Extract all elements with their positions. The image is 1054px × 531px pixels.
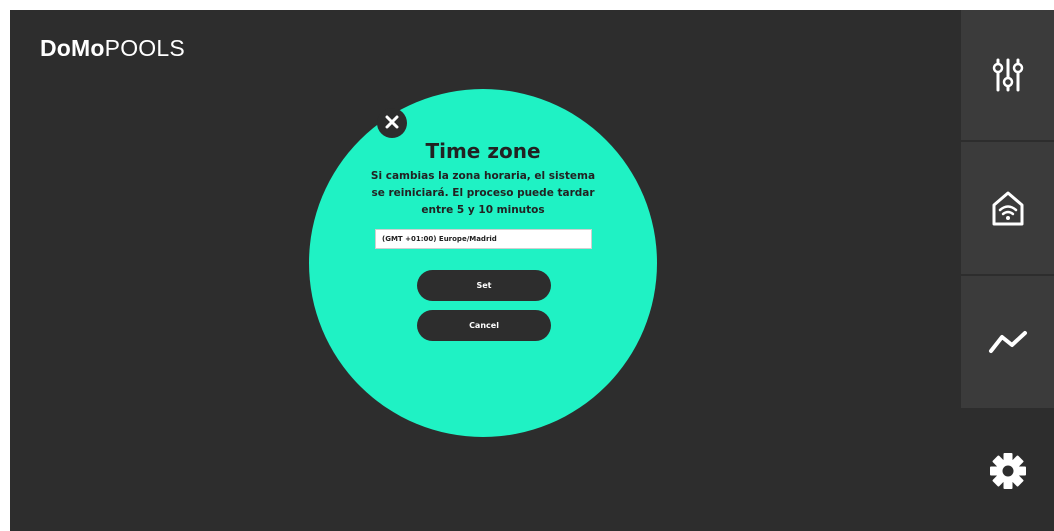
app-logo: DoMoPOOLS: [40, 35, 185, 62]
sidebar-item-trends[interactable]: [961, 276, 1054, 408]
home-wifi-icon: [990, 189, 1026, 227]
set-button[interactable]: Set: [417, 270, 551, 301]
timezone-value: (GMT +01:00) Europe/Madrid: [382, 235, 497, 243]
close-button[interactable]: [377, 108, 407, 138]
sidebar-item-sliders[interactable]: [961, 10, 1054, 140]
trend-line-icon: [988, 329, 1028, 355]
close-icon: [385, 114, 399, 133]
sidebar-item-home-wifi[interactable]: [961, 142, 1054, 274]
app-screen: DoMoPOOLS Time zone Si cambias la zona h…: [10, 10, 1054, 531]
dialog-title: Time zone: [425, 139, 541, 163]
timezone-select[interactable]: (GMT +01:00) Europe/Madrid: [375, 229, 592, 249]
cancel-button[interactable]: Cancel: [417, 310, 551, 341]
logo-bold: DoMo: [40, 35, 105, 61]
sidebar: [961, 10, 1054, 531]
sidebar-item-settings[interactable]: [961, 410, 1054, 531]
cancel-button-label: Cancel: [469, 321, 499, 330]
dialog-message: Si cambias la zona horaria, el sistema s…: [370, 170, 596, 216]
sliders-icon: [992, 57, 1024, 93]
logo-light: POOLS: [104, 35, 185, 61]
set-button-label: Set: [476, 281, 492, 290]
gear-icon: [989, 452, 1027, 490]
